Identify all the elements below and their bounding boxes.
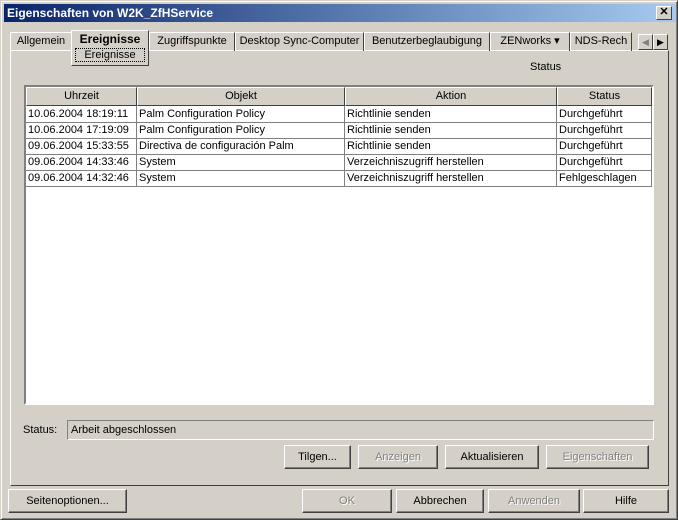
- tilgen-button[interactable]: Tilgen...: [284, 445, 351, 469]
- column-header-aktion[interactable]: Aktion: [345, 87, 557, 106]
- cell-uhrzeit: 09.06.2004 14:33:46: [26, 154, 137, 171]
- tab-ereignisse-subitem[interactable]: Ereignisse: [75, 48, 145, 62]
- aktualisieren-button[interactable]: Aktualisieren: [445, 445, 539, 469]
- column-header-uhrzeit[interactable]: Uhrzeit: [26, 87, 137, 106]
- cell-objekt: Palm Configuration Policy: [137, 122, 345, 139]
- panel-heading: Status: [530, 61, 562, 73]
- tab-allgemein[interactable]: Allgemein: [10, 32, 72, 51]
- tab-scroll-right-icon[interactable]: ▶: [653, 34, 668, 50]
- anwenden-button[interactable]: Anwenden: [488, 489, 580, 513]
- cell-aktion: Verzeichniszugriff herstellen: [345, 170, 557, 187]
- cell-aktion: Richtlinie senden: [345, 106, 557, 123]
- tab-zugriffspunkte[interactable]: Zugriffspunkte: [149, 32, 235, 51]
- title-bar: Eigenschaften von W2K_ZfHService ✕: [4, 4, 676, 22]
- cell-objekt: Palm Configuration Policy: [137, 106, 345, 123]
- window-title: Eigenschaften von W2K_ZfHService: [7, 6, 214, 20]
- tab-scroll-left-icon[interactable]: ◀: [638, 34, 653, 50]
- tab-zenworks[interactable]: ZENworks ▾: [490, 32, 570, 51]
- cell-status: Durchgeführt: [557, 106, 652, 123]
- tab-ereignisse-label: Ereignisse: [79, 32, 141, 46]
- table-row[interactable]: 09.06.2004 14:32:46 System Verzeichniszugr…: [26, 170, 652, 187]
- tab-desktop-sync[interactable]: Desktop Sync-Computer: [235, 32, 364, 51]
- cell-uhrzeit: 10.06.2004 17:19:09: [26, 122, 137, 139]
- status-field: Arbeit abgeschlossen: [67, 420, 654, 440]
- table-row[interactable]: 09.06.2004 15:33:55 Directiva de configur…: [26, 138, 652, 155]
- cell-uhrzeit: 09.06.2004 14:32:46: [26, 170, 137, 187]
- close-button[interactable]: ✕: [656, 6, 672, 20]
- cell-aktion: Richtlinie senden: [345, 122, 557, 139]
- status-label: Status:: [23, 424, 58, 436]
- seitenoptionen-button[interactable]: Seitenoptionen...: [8, 489, 127, 513]
- cell-objekt: Directiva de configuración Palm: [137, 138, 345, 155]
- table-row[interactable]: 09.06.2004 14:33:46 System Verzeichniszugr…: [26, 154, 652, 171]
- cell-status: Durchgeführt: [557, 138, 652, 155]
- tab-ereignisse[interactable]: Ereignisse Ereignisse: [71, 30, 149, 66]
- table-row[interactable]: 10.06.2004 17:19:09 Palm Configuration Po…: [26, 122, 652, 139]
- cell-objekt: System: [137, 154, 345, 171]
- cell-aktion: Richtlinie senden: [345, 138, 557, 155]
- abbrechen-button[interactable]: Abbrechen: [396, 489, 484, 513]
- cell-aktion: Verzeichniszugriff herstellen: [345, 154, 557, 171]
- table-row[interactable]: 10.06.2004 18:19:11 Palm Configuration Po…: [26, 106, 652, 123]
- events-table: Uhrzeit Objekt Aktion Status 10.06.2004 …: [24, 85, 654, 405]
- cell-status: Durchgeführt: [557, 122, 652, 139]
- anzeigen-button[interactable]: Anzeigen: [358, 445, 438, 469]
- column-header-objekt[interactable]: Objekt: [137, 87, 345, 106]
- cell-status: Fehlgeschlagen: [557, 170, 652, 187]
- column-header-status[interactable]: Status: [557, 87, 652, 106]
- ok-button[interactable]: OK: [302, 489, 392, 513]
- hilfe-button[interactable]: Hilfe: [583, 489, 669, 513]
- cell-uhrzeit: 10.06.2004 18:19:11: [26, 106, 137, 123]
- eigenschaften-button[interactable]: Eigenschaften: [546, 445, 649, 469]
- cell-objekt: System: [137, 170, 345, 187]
- cell-status: Durchgeführt: [557, 154, 652, 171]
- tab-benutzerbeglaubigung[interactable]: Benutzerbeglaubigung: [364, 32, 490, 51]
- tab-nds-rechte[interactable]: NDS-Rech: [570, 32, 632, 51]
- cell-uhrzeit: 09.06.2004 15:33:55: [26, 138, 137, 155]
